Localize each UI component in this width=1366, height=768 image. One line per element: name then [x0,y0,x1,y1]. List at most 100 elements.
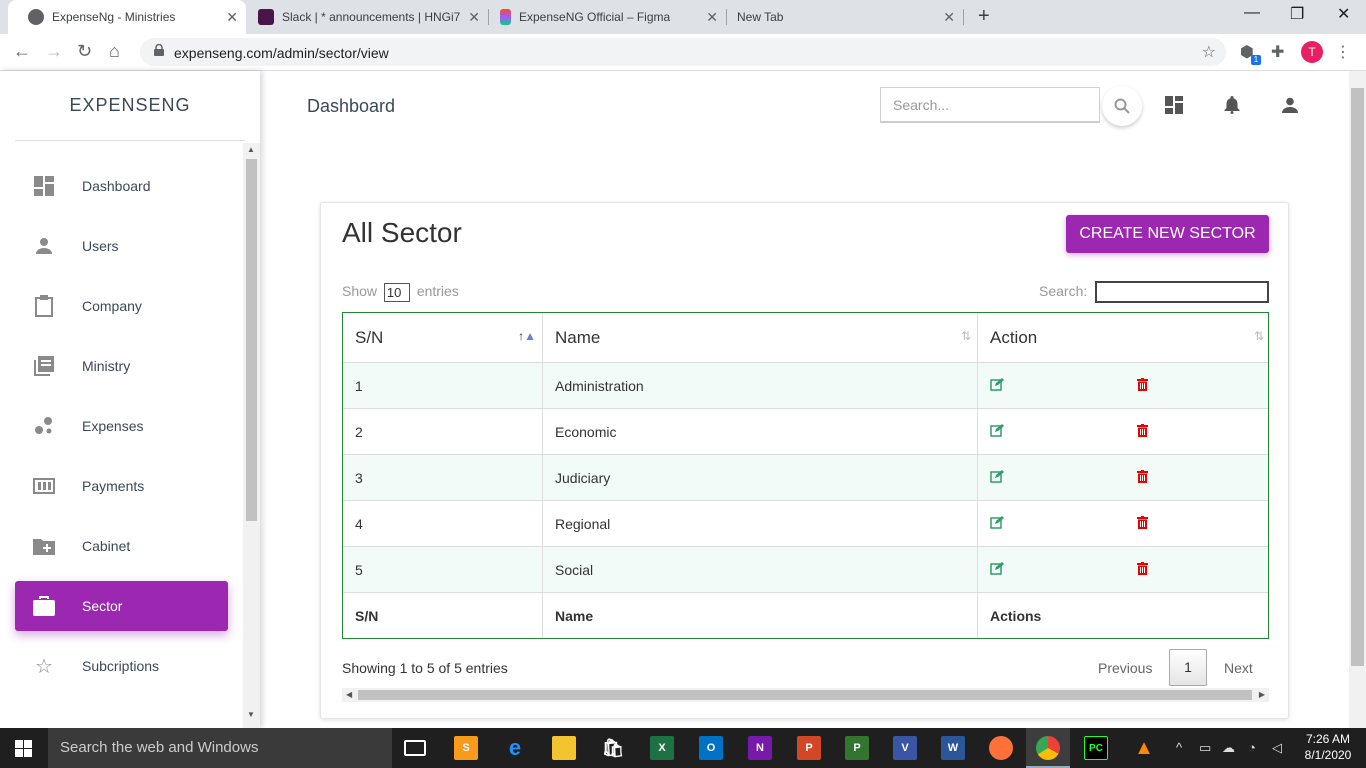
dashboard-icon[interactable] [1164,95,1184,115]
cell-actions [978,363,1270,408]
column-header-sn[interactable]: S/N ↑▲ [343,313,543,362]
column-header-label: Name [555,327,601,347]
scroll-right-icon[interactable]: ▶ [1259,690,1265,699]
taskbar-search-input[interactable]: Search the web and Windows [48,728,392,768]
task-view-icon[interactable] [404,740,426,756]
sidebar-item-label: Ministry [82,358,131,374]
forward-icon[interactable]: → [45,41,63,62]
vlc-icon[interactable]: ▲ [1132,736,1156,760]
search-input[interactable]: Search... [880,87,1100,123]
more-menu-icon[interactable]: ⋮ [1335,42,1351,62]
onedrive-icon[interactable]: ☁ [1222,740,1235,756]
onenote-icon[interactable]: N [748,736,772,760]
edit-icon[interactable] [990,562,1004,575]
project-icon[interactable]: P [845,736,869,760]
tray-chevron-icon[interactable]: ^ [1176,740,1182,755]
sidebar-item-dashboard[interactable]: Dashboard [15,161,228,211]
scroll-left-icon[interactable]: ◀ [346,690,352,699]
windows-start-icon[interactable] [15,740,32,757]
browser-tab-slack[interactable]: Slack | * announcements | HNGi7 ✕ [238,0,488,34]
battery-icon[interactable]: ▭ [1199,740,1211,756]
lock-icon [154,44,164,56]
table-horizontal-scrollbar[interactable]: ◀ ▶ [342,688,1269,702]
edit-icon[interactable] [990,424,1004,437]
sidebar-item-label: Cabinet [82,538,131,554]
trash-icon[interactable] [1137,562,1148,575]
pycharm-icon[interactable]: PC [1084,736,1108,760]
trash-icon[interactable] [1137,516,1148,529]
wifi-icon[interactable]: ◔ [1248,740,1256,755]
back-icon[interactable]: ← [13,41,31,62]
sublime-text-icon[interactable]: S [454,736,478,760]
window-close-icon[interactable]: ✕ [1337,4,1350,24]
sidebar-item-company[interactable]: Company [15,281,228,331]
edit-icon[interactable] [990,378,1004,391]
entries-select[interactable]: 10 [383,283,410,302]
cell-name: Administration [543,363,978,408]
outlook-icon[interactable]: O [699,736,723,760]
sidebar-item-label: Sector [82,598,123,614]
pagination-previous[interactable]: Previous [1098,660,1152,676]
browser-tab-expenseng[interactable]: ExpenseNg - Ministries ✕ [8,0,246,34]
search-button[interactable] [1102,86,1142,126]
extensions-puzzle-icon[interactable]: ✚ [1271,42,1284,62]
close-icon[interactable]: ✕ [226,9,238,26]
sidebar-item-ministry[interactable]: Ministry [15,341,228,391]
powerpoint-icon[interactable]: P [797,736,821,760]
edit-icon[interactable] [990,470,1004,483]
sidebar-item-subscriptions[interactable]: ☆ Subcriptions [15,641,228,691]
trash-icon[interactable] [1137,424,1148,437]
sidebar-item-payments[interactable]: Payments [15,461,228,511]
chrome-icon[interactable] [1036,736,1060,760]
visio-icon[interactable]: V [893,736,917,760]
page-scrollbar-thumb[interactable] [1351,88,1364,666]
bookmark-star-icon[interactable]: ☆ [1202,42,1216,62]
person-icon[interactable] [1280,95,1300,115]
file-explorer-icon[interactable] [552,736,576,760]
firefox-icon[interactable] [989,736,1013,760]
minimize-icon[interactable]: — [1244,4,1260,22]
store-icon[interactable]: 🛍 [601,736,625,760]
reload-icon[interactable]: ↻ [77,41,92,62]
trash-icon[interactable] [1137,378,1148,391]
sidebar: EXPENSENG Dashboard Users Company Minist… [0,71,260,728]
edge-icon[interactable]: e [503,736,527,760]
browser-tab-new[interactable]: New Tab ✕ [717,0,963,34]
close-icon[interactable]: ✕ [943,9,955,26]
sidebar-item-label: Company [82,298,142,314]
cell-actions [978,501,1270,546]
column-header-label: S/N [355,327,384,347]
create-new-sector-button[interactable]: CREATE NEW SECTOR [1066,215,1269,253]
new-tab-icon[interactable]: + [978,5,990,28]
trash-icon[interactable] [1137,470,1148,483]
word-icon[interactable]: W [941,736,965,760]
volume-icon[interactable]: ◁ [1272,740,1282,756]
taskbar-clock[interactable]: 7:26 AM 8/1/2020 [1298,731,1358,763]
table-search-input[interactable] [1095,281,1269,303]
sidebar-item-expenses[interactable]: Expenses [15,401,228,451]
notifications-bell-icon[interactable] [1222,95,1242,115]
close-icon[interactable]: ✕ [468,9,480,26]
sidebar-item-cabinet[interactable]: Cabinet [15,521,228,571]
browser-tab-bar: ExpenseNg - Ministries ✕ Slack | * annou… [0,0,1366,34]
column-header-label: Action [990,327,1038,347]
brand-logo[interactable]: EXPENSENG [0,95,260,116]
restore-icon[interactable]: ❐ [1290,4,1304,24]
excel-icon[interactable]: X [650,736,674,760]
edit-icon[interactable] [990,516,1004,529]
sidebar-item-users[interactable]: Users [15,221,228,271]
pagination-next[interactable]: Next [1224,660,1253,676]
horizontal-scrollbar-thumb[interactable] [358,690,1252,700]
sidebar-scrollbar-thumb[interactable] [246,159,257,521]
pagination-page-1[interactable]: 1 [1169,649,1207,686]
address-bar[interactable]: expenseng.com/admin/sector/view ☆ [140,38,1226,66]
column-header-name[interactable]: Name ⇅ [543,313,978,362]
scroll-up-icon[interactable]: ▲ [247,145,255,154]
column-header-action[interactable]: Action ⇅ [978,313,1270,362]
scroll-down-icon[interactable]: ▼ [247,710,255,719]
table-row: 3 Judiciary [343,454,1268,500]
profile-avatar[interactable]: T [1301,41,1323,63]
home-icon[interactable]: ⌂ [109,41,120,62]
browser-tab-figma[interactable]: ExpenseNG Official – Figma ✕ [480,0,726,34]
sidebar-item-sector[interactable]: Sector [15,581,228,631]
